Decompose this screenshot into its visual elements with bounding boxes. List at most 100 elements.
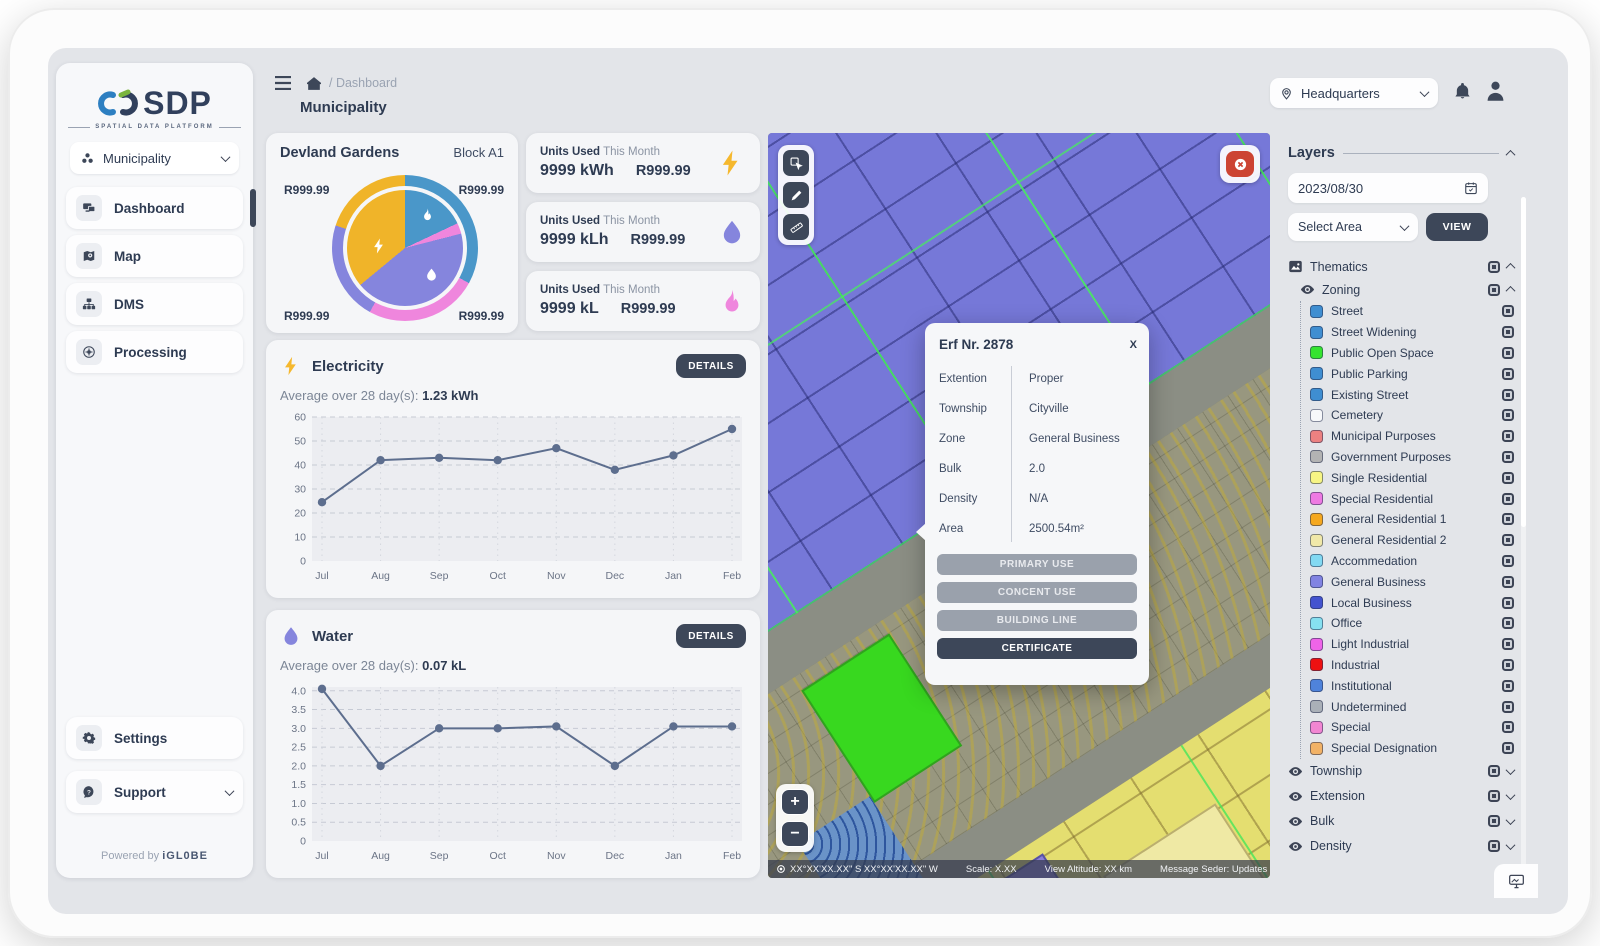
- layer-toggle[interactable]: [1502, 617, 1514, 629]
- panel-scrollbar[interactable]: [1521, 197, 1526, 887]
- layer-toggle[interactable]: [1502, 513, 1514, 525]
- layer-toggle[interactable]: [1502, 742, 1514, 754]
- tree-node-zoning[interactable]: Zoning: [1300, 278, 1514, 301]
- layer-item[interactable]: Single Residential: [1310, 467, 1514, 488]
- water-line-chart[interactable]: 00.51.01.52.02.53.03.54.0JulAugSepOctNov…: [278, 679, 748, 867]
- layer-item[interactable]: General Business: [1310, 571, 1514, 592]
- primary-use-button[interactable]: PRIMARY USE: [937, 554, 1137, 575]
- electricity-line-chart[interactable]: 0102030405060JulAugSepOctNovDecJanFeb: [278, 409, 748, 587]
- stat-card-gas[interactable]: Units Used This Month 9999 kL R999.99: [526, 271, 760, 331]
- location-selector[interactable]: Headquarters: [1270, 78, 1438, 108]
- layer-toggle[interactable]: [1488, 790, 1500, 802]
- tree-node-bulk[interactable]: Bulk: [1288, 809, 1514, 834]
- zoom-in-button[interactable]: +: [781, 789, 809, 815]
- layer-item[interactable]: Accommedation: [1310, 551, 1514, 572]
- municipality-selector[interactable]: Municipality: [70, 142, 239, 174]
- sidebar-item-processing[interactable]: Processing: [66, 331, 243, 373]
- layer-item[interactable]: Street: [1310, 301, 1514, 322]
- layer-item[interactable]: Local Business: [1310, 592, 1514, 613]
- bell-icon[interactable]: [1454, 82, 1471, 101]
- concent-use-button[interactable]: CONCENT USE: [937, 582, 1137, 603]
- layer-item[interactable]: Office: [1310, 613, 1514, 634]
- date-picker[interactable]: 2023/08/30: [1288, 173, 1488, 203]
- view-button[interactable]: VIEW: [1426, 213, 1488, 241]
- layer-toggle[interactable]: [1502, 389, 1514, 401]
- water-details-button[interactable]: DETAILS: [676, 624, 746, 648]
- menu-icon[interactable]: [275, 76, 291, 90]
- layer-item[interactable]: Public Parking: [1310, 363, 1514, 384]
- chevron-down-icon[interactable]: [1506, 815, 1516, 825]
- breadcrumb[interactable]: / Dashboard: [329, 76, 397, 90]
- tree-node-thematics[interactable]: Thematics: [1288, 255, 1514, 278]
- eye-icon[interactable]: [1288, 789, 1303, 804]
- sidebar-item-support[interactable]: ? Support: [66, 771, 243, 813]
- layer-item[interactable]: Cemetery: [1310, 405, 1514, 426]
- layer-item[interactable]: Government Purposes: [1310, 447, 1514, 468]
- layer-toggle[interactable]: [1502, 430, 1514, 442]
- layer-toggle[interactable]: [1488, 765, 1500, 777]
- sidebar-item-map[interactable]: Map: [66, 235, 243, 277]
- sidebar-item-settings[interactable]: Settings: [66, 717, 243, 759]
- tree-node-township[interactable]: Township: [1288, 759, 1514, 784]
- layer-toggle[interactable]: [1488, 815, 1500, 827]
- layer-item[interactable]: Public Open Space: [1310, 343, 1514, 364]
- chevron-down-icon[interactable]: [1506, 790, 1516, 800]
- layer-item[interactable]: Special Designation: [1310, 738, 1514, 759]
- chevron-up-icon[interactable]: [1506, 149, 1516, 159]
- home-icon[interactable]: [307, 77, 321, 90]
- layer-item[interactable]: Special: [1310, 717, 1514, 738]
- chevron-up-icon[interactable]: [1506, 286, 1516, 296]
- layer-toggle[interactable]: [1502, 721, 1514, 733]
- eye-icon[interactable]: [1300, 282, 1315, 297]
- layer-toggle[interactable]: [1502, 534, 1514, 546]
- chevron-down-icon[interactable]: [1506, 840, 1516, 850]
- layer-item[interactable]: Special Residential: [1310, 488, 1514, 509]
- layer-toggle[interactable]: [1488, 261, 1500, 273]
- measure-tool-button[interactable]: [783, 214, 809, 240]
- map-close-button[interactable]: [1226, 151, 1254, 177]
- layer-toggle[interactable]: [1488, 840, 1500, 852]
- eye-icon[interactable]: [1288, 814, 1303, 829]
- user-avatar-icon[interactable]: [1486, 80, 1505, 101]
- layer-item[interactable]: Light Industrial: [1310, 634, 1514, 655]
- layer-item[interactable]: General Residential 1: [1310, 509, 1514, 530]
- consumption-donut-chart[interactable]: [332, 175, 478, 321]
- select-area-dropdown[interactable]: Select Area: [1288, 213, 1418, 241]
- layer-item[interactable]: Undetermined: [1310, 696, 1514, 717]
- layer-toggle[interactable]: [1502, 451, 1514, 463]
- layer-item[interactable]: Industrial: [1310, 655, 1514, 676]
- map-view[interactable]: + − Erf Nr. 2878 X ExtentionProperTownsh…: [768, 133, 1270, 878]
- sidebar-item-dashboard[interactable]: Dashboard: [66, 187, 243, 229]
- scrollbar-thumb[interactable]: [1521, 197, 1526, 527]
- layer-item[interactable]: General Residential 2: [1310, 530, 1514, 551]
- chevron-down-icon[interactable]: [1506, 765, 1516, 775]
- certificate-button[interactable]: CERTIFICATE: [937, 638, 1137, 659]
- zoom-out-button[interactable]: −: [781, 821, 809, 847]
- layer-toggle[interactable]: [1502, 493, 1514, 505]
- layer-toggle[interactable]: [1502, 638, 1514, 650]
- layer-toggle[interactable]: [1502, 368, 1514, 380]
- layer-toggle[interactable]: [1502, 701, 1514, 713]
- layer-item[interactable]: Municipal Purposes: [1310, 426, 1514, 447]
- layer-item[interactable]: Institutional: [1310, 675, 1514, 696]
- layer-toggle[interactable]: [1502, 597, 1514, 609]
- draw-tool-button[interactable]: [783, 182, 809, 208]
- layer-toggle[interactable]: [1502, 326, 1514, 338]
- layer-item[interactable]: Existing Street: [1310, 384, 1514, 405]
- tree-node-extension[interactable]: Extension: [1288, 784, 1514, 809]
- chevron-up-icon[interactable]: [1506, 263, 1516, 273]
- popup-close-button[interactable]: X: [1130, 337, 1137, 352]
- sidebar-item-dms[interactable]: DMS: [66, 283, 243, 325]
- layer-item[interactable]: Street Widening: [1310, 322, 1514, 343]
- layer-toggle[interactable]: [1502, 347, 1514, 359]
- layer-toggle[interactable]: [1502, 472, 1514, 484]
- select-tool-button[interactable]: [783, 150, 809, 176]
- layer-toggle[interactable]: [1502, 680, 1514, 692]
- stat-card-water[interactable]: Units Used This Month 9999 kLh R999.99: [526, 202, 760, 262]
- layer-toggle[interactable]: [1488, 284, 1500, 296]
- building-line-button[interactable]: BUILDING LINE: [937, 610, 1137, 631]
- layer-toggle[interactable]: [1502, 555, 1514, 567]
- electricity-details-button[interactable]: DETAILS: [676, 354, 746, 378]
- eye-icon[interactable]: [1288, 764, 1303, 779]
- stat-card-electricity[interactable]: Units Used This Month 9999 kWh R999.99: [526, 133, 760, 193]
